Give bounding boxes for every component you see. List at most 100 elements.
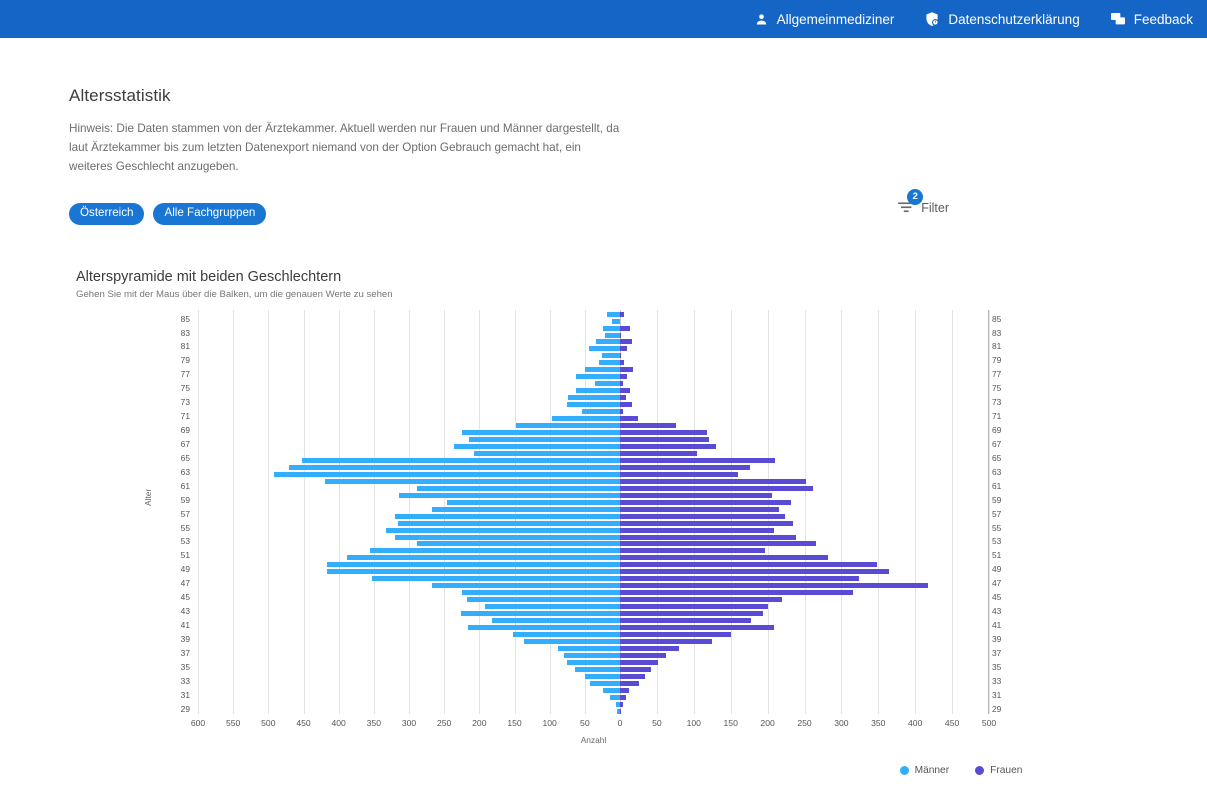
bar-frauen[interactable] xyxy=(620,451,697,456)
bar-maenner[interactable] xyxy=(585,674,620,679)
chip-region[interactable]: Österreich xyxy=(69,203,144,225)
bar-maenner[interactable] xyxy=(610,695,620,700)
table-row[interactable] xyxy=(198,596,989,603)
table-row[interactable] xyxy=(198,603,989,610)
bar-frauen[interactable] xyxy=(620,493,772,498)
bar-maenner[interactable] xyxy=(469,437,620,442)
bar-maenner[interactable] xyxy=(467,597,620,602)
bar-maenner[interactable] xyxy=(576,374,620,379)
bar-frauen[interactable] xyxy=(620,381,623,386)
table-row[interactable] xyxy=(198,631,989,638)
bar-maenner[interactable] xyxy=(399,493,620,498)
bar-maenner[interactable] xyxy=(552,416,620,421)
bar-maenner[interactable] xyxy=(398,521,620,526)
table-row[interactable] xyxy=(198,527,989,534)
bar-frauen[interactable] xyxy=(620,541,816,546)
table-row[interactable] xyxy=(198,345,989,352)
table-row[interactable] xyxy=(198,568,989,575)
bar-maenner[interactable] xyxy=(327,569,620,574)
bar-frauen[interactable] xyxy=(620,709,621,714)
bar-maenner[interactable] xyxy=(568,395,620,400)
table-row[interactable] xyxy=(198,673,989,680)
chip-specialty-group[interactable]: Alle Fachgruppen xyxy=(153,203,266,225)
legend-item-maenner[interactable]: Männer xyxy=(900,765,950,776)
bar-frauen[interactable] xyxy=(620,444,716,449)
bar-frauen[interactable] xyxy=(620,688,629,693)
topbar-item-allgemeinmediziner[interactable]: Allgemeinmediziner xyxy=(754,12,895,27)
table-row[interactable] xyxy=(198,694,989,701)
table-row[interactable] xyxy=(198,506,989,513)
bar-maenner[interactable] xyxy=(395,535,620,540)
table-row[interactable] xyxy=(198,534,989,541)
table-row[interactable] xyxy=(198,387,989,394)
bar-frauen[interactable] xyxy=(620,528,774,533)
bar-frauen[interactable] xyxy=(620,660,658,665)
bar-frauen[interactable] xyxy=(620,576,859,581)
bar-maenner[interactable] xyxy=(274,472,620,477)
bar-frauen[interactable] xyxy=(620,618,751,623)
bar-maenner[interactable] xyxy=(602,353,620,358)
bar-maenner[interactable] xyxy=(485,604,620,609)
bar-maenner[interactable] xyxy=(447,500,620,505)
bar-maenner[interactable] xyxy=(347,555,620,560)
table-row[interactable] xyxy=(198,708,989,715)
table-row[interactable] xyxy=(198,617,989,624)
bar-frauen[interactable] xyxy=(620,430,707,435)
bar-maenner[interactable] xyxy=(462,430,620,435)
table-row[interactable] xyxy=(198,443,989,450)
table-row[interactable] xyxy=(198,485,989,492)
bar-frauen[interactable] xyxy=(620,639,712,644)
bar-frauen[interactable] xyxy=(620,646,679,651)
bar-frauen[interactable] xyxy=(620,409,623,414)
table-row[interactable] xyxy=(198,366,989,373)
bar-frauen[interactable] xyxy=(620,374,627,379)
bar-maenner[interactable] xyxy=(417,541,620,546)
table-row[interactable] xyxy=(198,401,989,408)
bar-maenner[interactable] xyxy=(492,618,620,623)
bar-maenner[interactable] xyxy=(595,381,620,386)
bar-frauen[interactable] xyxy=(620,353,621,358)
table-row[interactable] xyxy=(198,332,989,339)
bar-frauen[interactable] xyxy=(620,479,806,484)
table-row[interactable] xyxy=(198,499,989,506)
bar-frauen[interactable] xyxy=(620,569,889,574)
bar-maenner[interactable] xyxy=(564,653,620,658)
bar-frauen[interactable] xyxy=(620,590,853,595)
bar-frauen[interactable] xyxy=(620,339,632,344)
legend-item-frauen[interactable]: Frauen xyxy=(975,765,1022,776)
bar-frauen[interactable] xyxy=(620,625,774,630)
bar-frauen[interactable] xyxy=(620,681,639,686)
bar-frauen[interactable] xyxy=(620,597,782,602)
bar-frauen[interactable] xyxy=(620,604,768,609)
table-row[interactable] xyxy=(198,464,989,471)
bar-frauen[interactable] xyxy=(620,416,638,421)
table-row[interactable] xyxy=(198,352,989,359)
table-row[interactable] xyxy=(198,680,989,687)
table-row[interactable] xyxy=(198,318,989,325)
bar-maenner[interactable] xyxy=(612,319,620,324)
bar-frauen[interactable] xyxy=(620,312,624,317)
bar-frauen[interactable] xyxy=(620,326,630,331)
table-row[interactable] xyxy=(198,373,989,380)
bar-frauen[interactable] xyxy=(620,535,796,540)
bar-maenner[interactable] xyxy=(395,514,620,519)
table-row[interactable] xyxy=(198,450,989,457)
bar-maenner[interactable] xyxy=(558,646,620,651)
bar-maenner[interactable] xyxy=(302,458,620,463)
topbar-item-feedback[interactable]: Feedback xyxy=(1110,11,1193,27)
bar-frauen[interactable] xyxy=(620,674,645,679)
bar-maenner[interactable] xyxy=(516,423,620,428)
bar-frauen[interactable] xyxy=(620,437,709,442)
table-row[interactable] xyxy=(198,380,989,387)
bar-maenner[interactable] xyxy=(603,326,620,331)
bar-maenner[interactable] xyxy=(585,367,620,372)
bar-frauen[interactable] xyxy=(620,333,621,338)
table-row[interactable] xyxy=(198,311,989,318)
table-row[interactable] xyxy=(198,687,989,694)
bar-frauen[interactable] xyxy=(620,486,813,491)
table-row[interactable] xyxy=(198,325,989,332)
bar-frauen[interactable] xyxy=(620,562,877,567)
bar-frauen[interactable] xyxy=(620,653,666,658)
bar-maenner[interactable] xyxy=(325,479,620,484)
bar-frauen[interactable] xyxy=(620,521,793,526)
